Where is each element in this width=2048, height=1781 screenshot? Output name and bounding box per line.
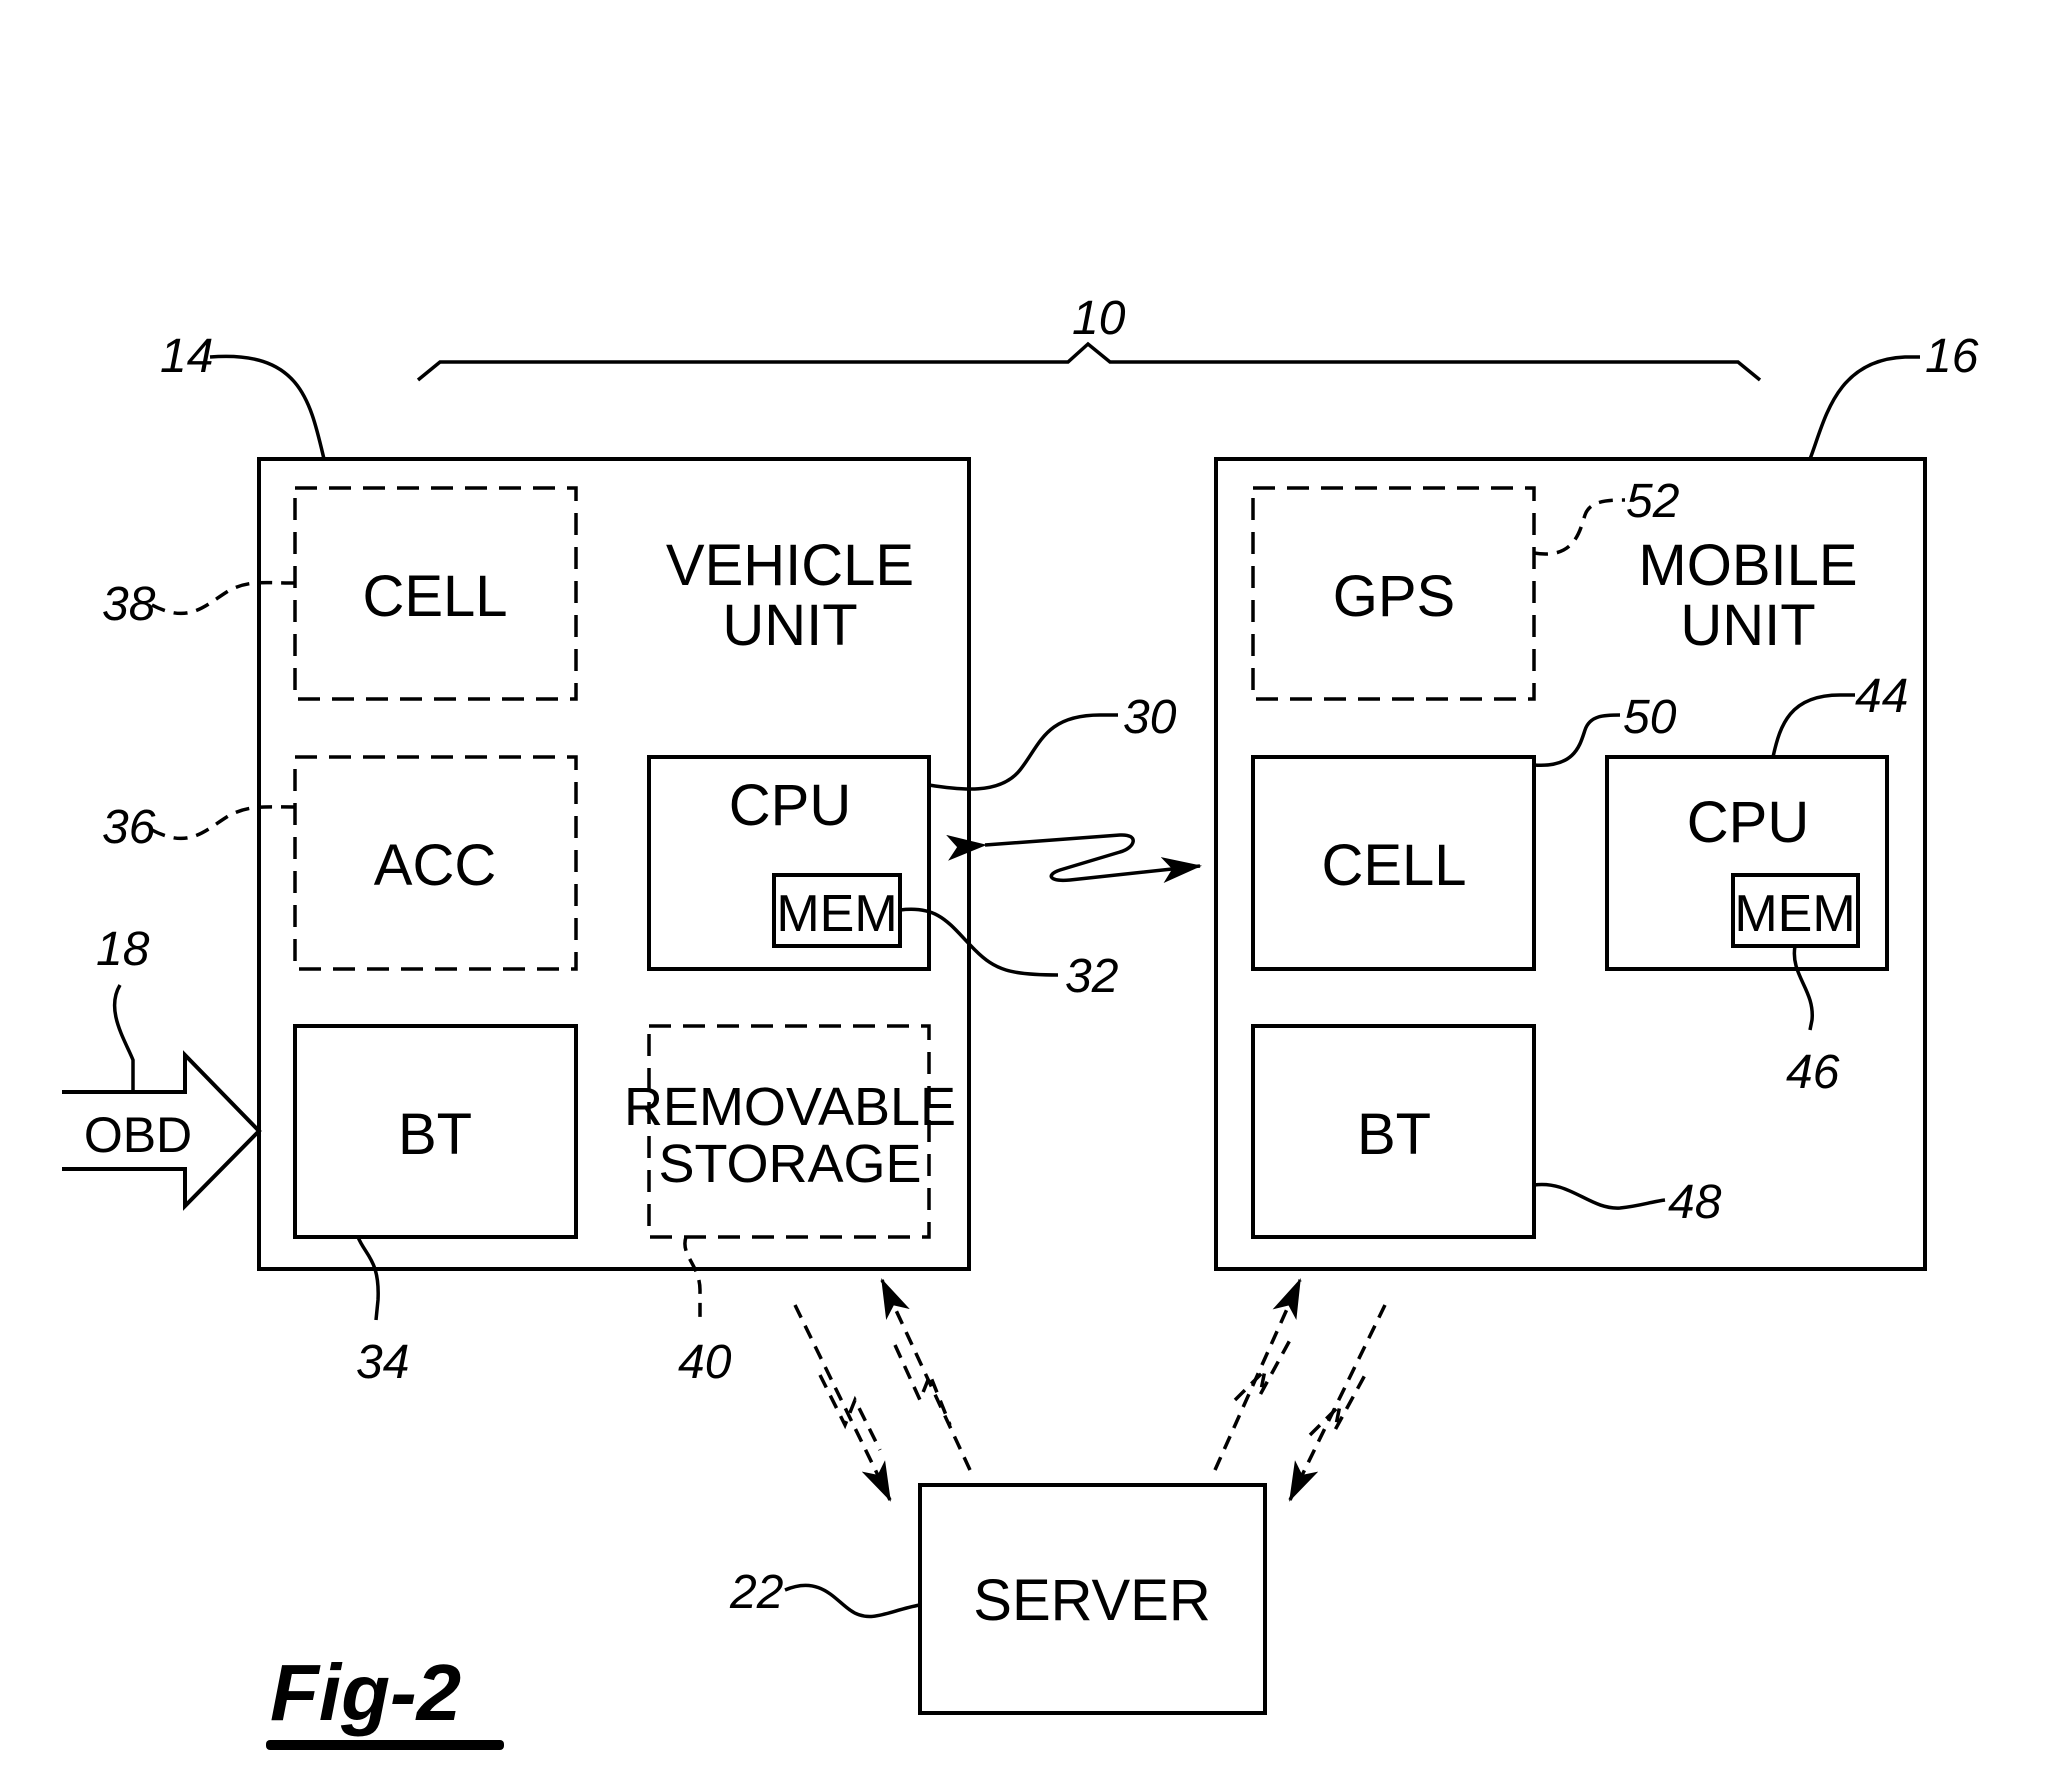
leader-44 bbox=[1771, 693, 1855, 758]
obd-input: OBD 18 bbox=[62, 923, 262, 1211]
leader-52 bbox=[1533, 498, 1626, 556]
vehicle-cpu-label: CPU bbox=[729, 773, 851, 838]
leader-30 bbox=[928, 713, 1118, 791]
ref-10: 10 bbox=[1072, 292, 1126, 345]
ref-16: 16 bbox=[1925, 330, 1979, 383]
ref-48: 48 bbox=[1668, 1176, 1722, 1229]
leader-32 bbox=[899, 907, 1059, 977]
ref-32: 32 bbox=[1065, 950, 1118, 1003]
vehicle-acc-label: ACC bbox=[374, 833, 496, 898]
ref-36: 36 bbox=[102, 801, 156, 854]
mobile-unit: MOBILE UNIT 16 GPS 52 CELL 50 CPU 44 MEM… bbox=[1214, 330, 1979, 1271]
server: SERVER 22 bbox=[729, 1483, 1267, 1715]
vehicle-bt-label: BT bbox=[398, 1102, 472, 1167]
link-mobile-to-server bbox=[1288, 1304, 1387, 1502]
link-server-to-vehicle-zigzag bbox=[893, 1344, 952, 1426]
ref-50: 50 bbox=[1623, 691, 1677, 744]
link-mobile-to-server-zigzag bbox=[1308, 1374, 1367, 1437]
ref-46: 46 bbox=[1786, 1046, 1840, 1099]
removable-storage-label-1: REMOVABLE bbox=[624, 1077, 956, 1137]
server-label: SERVER bbox=[973, 1568, 1210, 1633]
leader-36 bbox=[151, 805, 296, 841]
mobile-unit-title-2: UNIT bbox=[1680, 593, 1815, 658]
link-vehicle-to-server bbox=[793, 1304, 892, 1502]
mobile-cpu-label: CPU bbox=[1687, 790, 1809, 855]
vehicle-unit-title-2: UNIT bbox=[722, 593, 857, 658]
ref-22: 22 bbox=[729, 1566, 783, 1619]
mobile-bt-label: BT bbox=[1357, 1102, 1431, 1167]
link-server-to-vehicle bbox=[880, 1278, 972, 1471]
vehicle-cell-label: CELL bbox=[362, 564, 507, 629]
link-vehicle-to-server-zigzag bbox=[818, 1374, 882, 1451]
mobile-gps-label: GPS bbox=[1333, 564, 1456, 629]
mobile-mem-label: MEM bbox=[1734, 885, 1855, 943]
removable-storage-label-2: STORAGE bbox=[658, 1134, 921, 1194]
system-brace: 10 bbox=[416, 292, 1762, 382]
leader-18 bbox=[112, 984, 135, 1092]
vehicle-mem-label: MEM bbox=[776, 885, 897, 943]
ref-14: 14 bbox=[160, 330, 213, 383]
figure-title: Fig-2 bbox=[270, 1648, 461, 1737]
leader-48 bbox=[1533, 1182, 1666, 1210]
vehicle-unit: VEHICLE UNIT 14 CELL 38 ACC 36 BT 34 CPU… bbox=[102, 330, 1177, 1389]
mobile-unit-title-1: MOBILE bbox=[1638, 533, 1857, 598]
leader-34 bbox=[356, 1236, 380, 1321]
leader-22 bbox=[784, 1583, 921, 1619]
link-server-to-mobile-zigzag bbox=[1233, 1339, 1292, 1402]
obd-label: OBD bbox=[84, 1107, 192, 1163]
leader-16 bbox=[1808, 355, 1920, 460]
ref-40: 40 bbox=[678, 1336, 732, 1389]
vehicle-unit-title-1: VEHICLE bbox=[666, 533, 914, 598]
ref-30: 30 bbox=[1123, 691, 1177, 744]
figure-title-underline bbox=[266, 1740, 504, 1750]
leader-14 bbox=[209, 354, 326, 460]
wireless-link-vehicle-mobile bbox=[946, 833, 1202, 883]
system-diagram: 10 VEHICLE UNIT 14 CELL 38 ACC 36 BT 34 … bbox=[62, 292, 1979, 1750]
leader-46 bbox=[1792, 945, 1814, 1031]
server-links bbox=[793, 1278, 1387, 1502]
figure-caption: Fig-2 bbox=[266, 1648, 504, 1750]
link-server-to-mobile bbox=[1213, 1278, 1302, 1471]
ref-18: 18 bbox=[96, 923, 150, 976]
ref-52: 52 bbox=[1626, 475, 1679, 528]
ref-38: 38 bbox=[102, 578, 156, 631]
leader-38 bbox=[151, 580, 296, 616]
ref-44: 44 bbox=[1855, 670, 1908, 723]
leader-40 bbox=[683, 1236, 702, 1320]
mobile-cell-label: CELL bbox=[1321, 833, 1466, 898]
ref-34: 34 bbox=[356, 1336, 409, 1389]
